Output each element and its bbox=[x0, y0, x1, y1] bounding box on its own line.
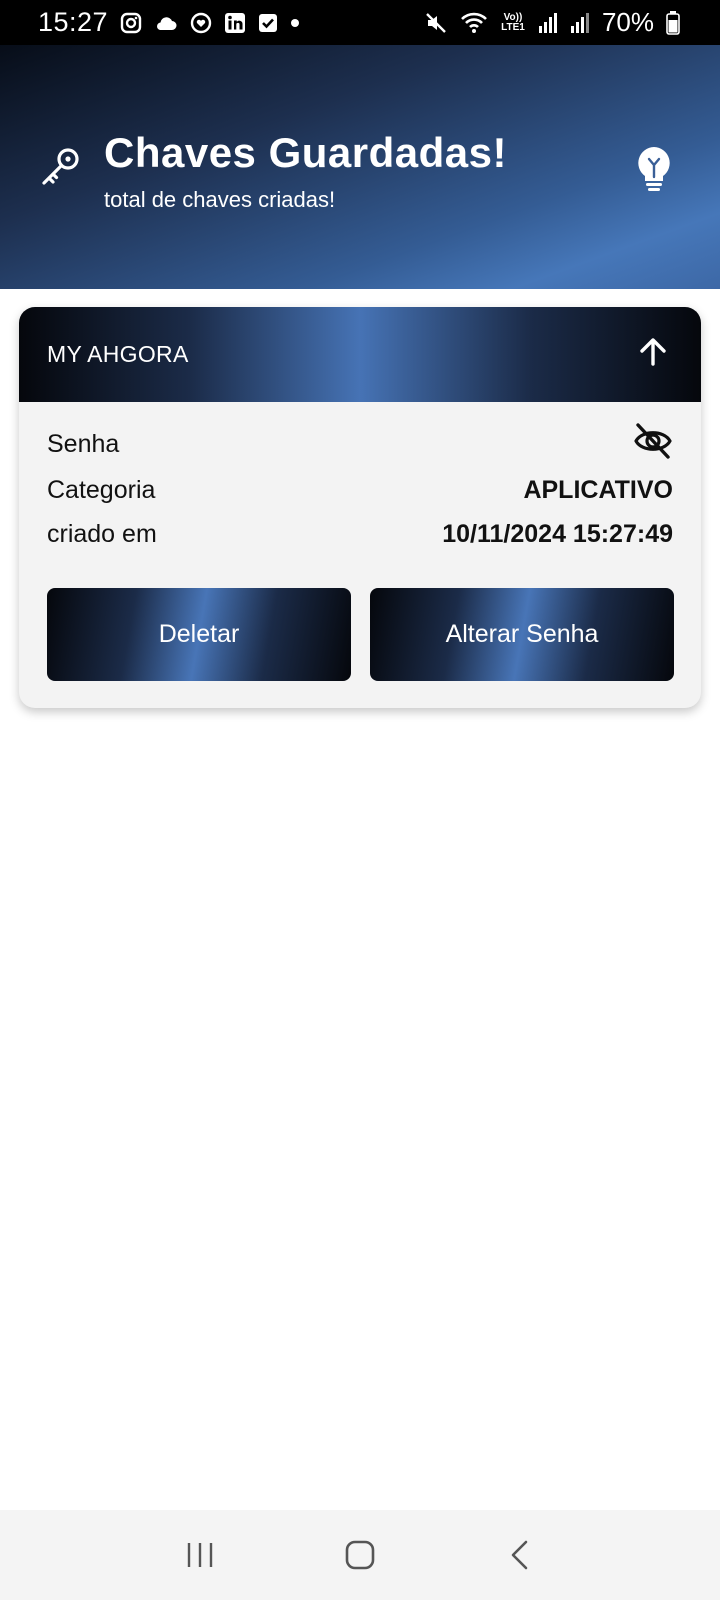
category-value: APLICATIVO bbox=[523, 475, 673, 504]
signal-icon-2 bbox=[570, 12, 590, 34]
recent-apps-icon[interactable] bbox=[170, 1525, 230, 1585]
password-card: MY AHGORA Senha Categoria APLICATIVO cri… bbox=[19, 307, 701, 708]
home-icon[interactable] bbox=[330, 1525, 390, 1585]
cloud-icon bbox=[154, 13, 178, 33]
lightbulb-icon[interactable] bbox=[636, 145, 672, 198]
mute-icon bbox=[424, 11, 448, 35]
linkedin-icon bbox=[224, 12, 246, 34]
instagram-icon bbox=[120, 12, 142, 34]
back-icon[interactable] bbox=[490, 1525, 550, 1585]
card-header[interactable]: MY AHGORA bbox=[19, 307, 701, 402]
change-password-button[interactable]: Alterar Senha bbox=[370, 588, 674, 681]
volte-label: Vo)) LTE1 bbox=[501, 11, 525, 33]
status-time: 15:27 bbox=[38, 7, 109, 37]
page-subtitle: total de chaves criadas! bbox=[104, 187, 336, 212]
system-nav-bar bbox=[0, 1510, 720, 1600]
password-label: Senha bbox=[47, 429, 120, 458]
battery-icon bbox=[666, 10, 680, 35]
created-value: 10/11/2024 15:27:49 bbox=[442, 519, 673, 548]
created-row: criado em 10/11/2024 15:27:49 bbox=[47, 512, 673, 556]
app-header: Chaves Guardadas! total de chaves criada… bbox=[0, 45, 720, 289]
card-title: MY AHGORA bbox=[47, 341, 189, 367]
arrow-up-icon[interactable] bbox=[637, 336, 669, 373]
status-bar-right: Vo)) LTE1 70% bbox=[424, 7, 680, 38]
key-icon bbox=[38, 145, 82, 194]
category-label: Categoria bbox=[47, 475, 156, 504]
created-label: criado em bbox=[47, 519, 157, 548]
page-title: Chaves Guardadas! bbox=[104, 129, 507, 176]
signal-icon bbox=[538, 12, 558, 34]
wifi-icon bbox=[460, 11, 488, 35]
password-row: Senha bbox=[47, 422, 673, 466]
dot-icon bbox=[290, 18, 300, 28]
heart-circle-icon bbox=[190, 12, 212, 34]
category-row: Categoria APLICATIVO bbox=[47, 468, 673, 512]
status-bar-left: 15:27 bbox=[38, 7, 300, 38]
volte-icon: Vo)) LTE1 bbox=[500, 11, 526, 33]
status-bar: 15:27 Vo)) LTE1 70% bbox=[0, 0, 720, 45]
battery-percent: 70% bbox=[601, 7, 654, 37]
checkbox-icon bbox=[258, 13, 278, 33]
delete-button[interactable]: Deletar bbox=[47, 588, 351, 681]
eye-off-icon[interactable] bbox=[633, 422, 673, 467]
